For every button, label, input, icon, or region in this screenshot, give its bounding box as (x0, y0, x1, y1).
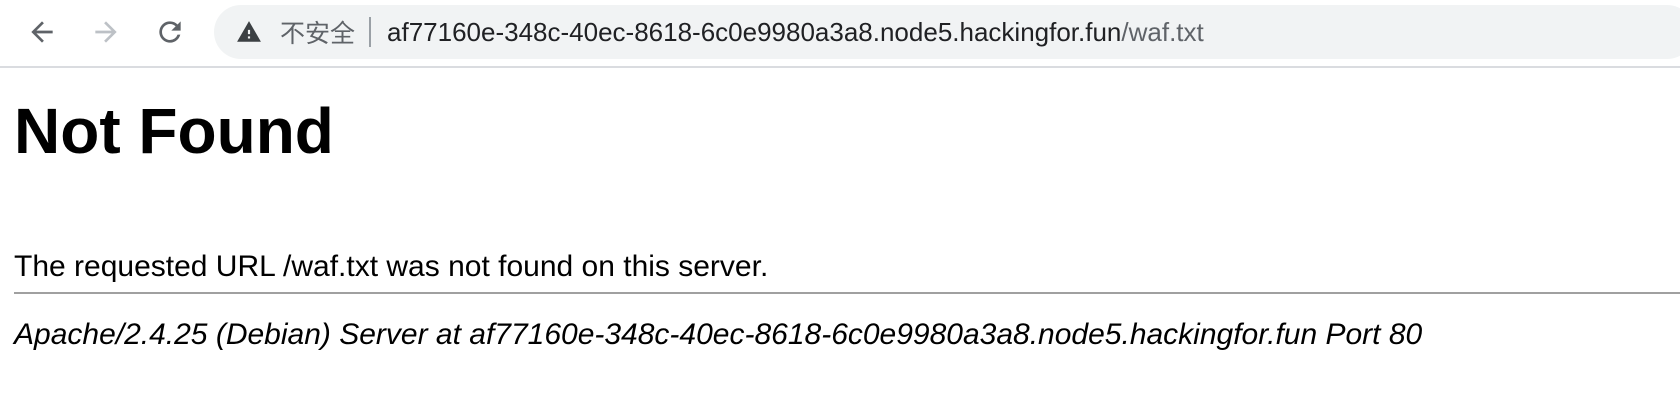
reload-icon (159, 21, 181, 43)
warning-triangle-icon[interactable] (236, 18, 264, 46)
address-divider (369, 17, 372, 47)
back-arrow-icon (31, 21, 53, 43)
horizontal-rule (14, 292, 1680, 294)
url-host: af77160e-348c-40ec-8618-6c0e9980a3a8.nod… (387, 16, 1122, 47)
reload-button[interactable] (146, 8, 194, 56)
server-signature: Apache/2.4.25 (Debian) Server at af77160… (14, 318, 1423, 351)
address-bar[interactable]: 不安全 af77160e-348c-40ec-8618-6c0e9980a3a8… (214, 5, 1680, 59)
error-message: The requested URL /waf.txt was not found… (14, 250, 769, 283)
back-button[interactable] (18, 8, 66, 56)
security-status-label[interactable]: 不安全 (280, 14, 355, 50)
forward-arrow-icon (95, 21, 117, 43)
page-title: Not Found (14, 95, 334, 167)
forward-button[interactable] (82, 8, 130, 56)
url-path: /waf.txt (1121, 16, 1204, 47)
browser-toolbar: 不安全 af77160e-348c-40ec-8618-6c0e9980a3a8… (0, 0, 1680, 68)
